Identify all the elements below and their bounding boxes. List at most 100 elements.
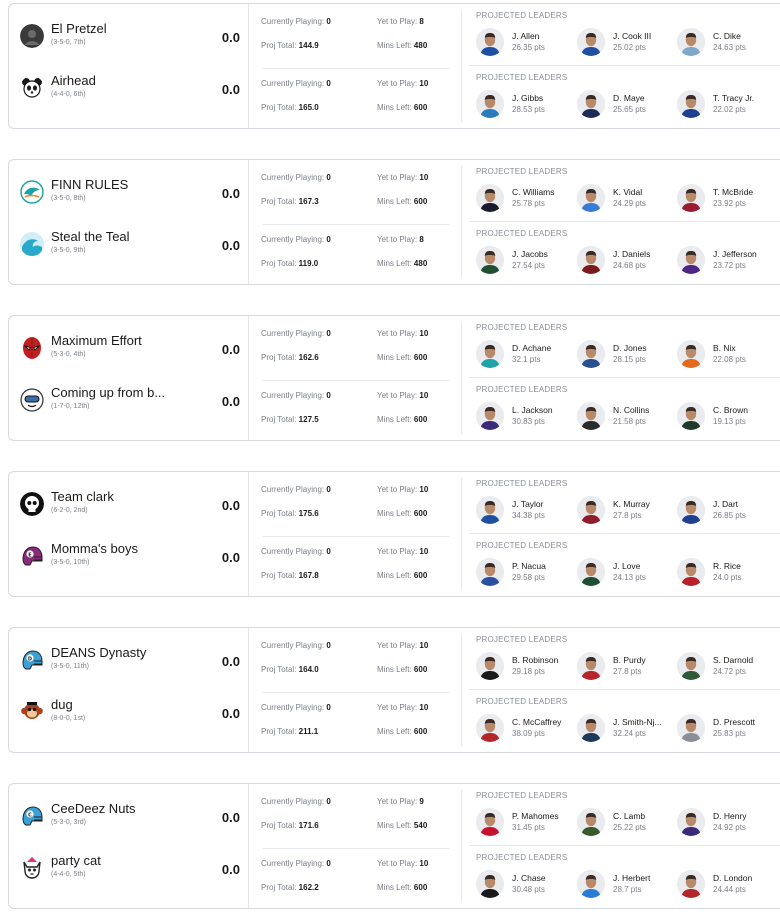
team-row[interactable]: E Momma's boys (3-5-0, 10th) 0.0 xyxy=(9,533,249,585)
player-leader[interactable]: B. Purdy 27.8 pts xyxy=(577,648,677,682)
player-name[interactable]: C. Dike xyxy=(713,31,775,41)
team-row[interactable]: D DEANS Dynasty (3-5-0, 11th) 0.0 xyxy=(9,637,249,689)
cat-avatar-icon[interactable] xyxy=(20,856,44,880)
player-name[interactable]: J. Cook III xyxy=(613,31,675,41)
matchup-card[interactable]: FINN RULES (3-5-0, 8th) 0.0 Steal the Te… xyxy=(8,159,780,285)
player-headshot-icon[interactable] xyxy=(577,870,605,898)
player-headshot-icon[interactable] xyxy=(577,340,605,368)
player-leader[interactable]: D. Achane 32.1 pts xyxy=(476,336,576,370)
player-name[interactable]: C. Williams xyxy=(512,187,574,197)
player-name[interactable]: J. Chase xyxy=(512,873,574,883)
d-helmet-avatar-icon[interactable]: D xyxy=(20,648,44,672)
team-name[interactable]: party cat xyxy=(51,853,181,868)
player-headshot-icon[interactable] xyxy=(476,28,504,56)
team-row[interactable]: El Pretzel (3-5-0, 7th) 0.0 xyxy=(9,13,249,65)
player-headshot-icon[interactable] xyxy=(476,714,504,742)
player-leader[interactable]: T. McBride 23.92 pts xyxy=(677,180,777,214)
player-name[interactable]: P. Nacua xyxy=(512,561,574,571)
team-name[interactable]: DEANS Dynasty xyxy=(51,645,181,660)
player-headshot-icon[interactable] xyxy=(677,496,705,524)
player-name[interactable]: D. Jones xyxy=(613,343,675,353)
matchup-card[interactable]: Team clark (6-2-0, 2nd) 0.0 E Momma's bo… xyxy=(8,471,780,597)
player-name[interactable]: D. Maye xyxy=(613,93,675,103)
player-name[interactable]: S. Darnold xyxy=(713,655,775,665)
panda-avatar-icon[interactable] xyxy=(20,76,44,100)
player-leader[interactable]: T. Tracy Jr. 22.02 pts xyxy=(677,86,777,120)
player-headshot-icon[interactable] xyxy=(677,714,705,742)
dolphin-avatar-icon[interactable] xyxy=(20,180,44,204)
matchup-card[interactable]: El Pretzel (3-5-0, 7th) 0.0 Airhead (4-4… xyxy=(8,3,780,129)
player-name[interactable]: J. Daniels xyxy=(613,249,675,259)
c-helmet-avatar-icon[interactable]: C xyxy=(20,804,44,828)
player-leader[interactable]: J. Herbert 28.7 pts xyxy=(577,866,677,900)
matchup-card[interactable]: C CeeDeez Nuts (5-3-0, 3rd) 0.0 party ca… xyxy=(8,783,780,909)
player-name[interactable]: J. Gibbs xyxy=(512,93,574,103)
player-leader[interactable]: J. Chase 30.48 pts xyxy=(476,866,576,900)
player-name[interactable]: D. Achane xyxy=(512,343,574,353)
player-leader[interactable]: P. Nacua 29.58 pts xyxy=(476,554,576,588)
player-name[interactable]: C. Brown xyxy=(713,405,775,415)
player-leader[interactable]: D. Henry 24.92 pts xyxy=(677,804,777,838)
player-headshot-icon[interactable] xyxy=(476,870,504,898)
player-name[interactable]: D. Henry xyxy=(713,811,775,821)
player-headshot-icon[interactable] xyxy=(577,246,605,274)
player-name[interactable]: J. Jefferson xyxy=(713,249,775,259)
player-name[interactable]: D. Prescott xyxy=(713,717,775,727)
player-leader[interactable]: L. Jackson 30.83 pts xyxy=(476,398,576,432)
player-leader[interactable]: D. Prescott 25.83 pts xyxy=(677,710,777,744)
player-leader[interactable]: J. Allen 26.35 pts xyxy=(476,24,576,58)
player-leader[interactable]: J. Jefferson 23.72 pts xyxy=(677,242,777,276)
team-row[interactable]: Maximum Effort (5-3-0, 4th) 0.0 xyxy=(9,325,249,377)
team-row[interactable]: C CeeDeez Nuts (5-3-0, 3rd) 0.0 xyxy=(9,793,249,845)
player-leader[interactable]: J. Cook III 25.02 pts xyxy=(577,24,677,58)
player-headshot-icon[interactable] xyxy=(476,90,504,118)
player-name[interactable]: J. Allen xyxy=(512,31,574,41)
monkey-avatar-icon[interactable] xyxy=(20,700,44,724)
player-name[interactable]: D. London xyxy=(713,873,775,883)
player-headshot-icon[interactable] xyxy=(476,340,504,368)
player-leader[interactable]: J. Gibbs 28.53 pts xyxy=(476,86,576,120)
player-headshot-icon[interactable] xyxy=(476,184,504,212)
matchup-card[interactable]: D DEANS Dynasty (3-5-0, 11th) 0.0 dug (8… xyxy=(8,627,780,753)
player-headshot-icon[interactable] xyxy=(677,808,705,836)
player-headshot-icon[interactable] xyxy=(577,28,605,56)
wave-avatar-icon[interactable] xyxy=(20,232,44,256)
masked-hero-avatar-icon[interactable] xyxy=(20,336,44,360)
team-name[interactable]: Coming up from b... xyxy=(51,385,181,400)
player-headshot-icon[interactable] xyxy=(476,496,504,524)
player-leader[interactable]: J. Love 24.13 pts xyxy=(577,554,677,588)
player-headshot-icon[interactable] xyxy=(476,558,504,586)
team-row[interactable]: Steal the Teal (3-5-0, 9th) 0.0 xyxy=(9,221,249,273)
player-name[interactable]: T. McBride xyxy=(713,187,775,197)
player-headshot-icon[interactable] xyxy=(677,870,705,898)
player-headshot-icon[interactable] xyxy=(577,90,605,118)
team-name[interactable]: Momma's boys xyxy=(51,541,181,556)
player-name[interactable]: P. Mahomes xyxy=(512,811,574,821)
player-leader[interactable]: C. Williams 25.78 pts xyxy=(476,180,576,214)
player-name[interactable]: J. Herbert xyxy=(613,873,675,883)
player-headshot-icon[interactable] xyxy=(476,246,504,274)
team-row[interactable]: party cat (4-4-0, 5th) 0.0 xyxy=(9,845,249,897)
player-name[interactable]: B. Robinson xyxy=(512,655,574,665)
player-headshot-icon[interactable] xyxy=(677,246,705,274)
player-leader[interactable]: J. Taylor 34.38 pts xyxy=(476,492,576,526)
player-headshot-icon[interactable] xyxy=(677,90,705,118)
team-name[interactable]: CeeDeez Nuts xyxy=(51,801,181,816)
player-headshot-icon[interactable] xyxy=(577,184,605,212)
diver-avatar-icon[interactable] xyxy=(20,388,44,412)
player-name[interactable]: J. Love xyxy=(613,561,675,571)
player-headshot-icon[interactable] xyxy=(577,714,605,742)
player-name[interactable]: B. Nix xyxy=(713,343,775,353)
player-headshot-icon[interactable] xyxy=(476,402,504,430)
player-name[interactable]: C. Lamb xyxy=(613,811,675,821)
player-name[interactable]: L. Jackson xyxy=(512,405,574,415)
player-headshot-icon[interactable] xyxy=(476,808,504,836)
player-headshot-icon[interactable] xyxy=(577,652,605,680)
player-name[interactable]: R. Rice xyxy=(713,561,775,571)
player-leader[interactable]: B. Robinson 29.18 pts xyxy=(476,648,576,682)
team-row[interactable]: Team clark (6-2-0, 2nd) 0.0 xyxy=(9,481,249,533)
player-leader[interactable]: J. Smith-Nj... 32.24 pts xyxy=(577,710,677,744)
team-row[interactable]: dug (8-0-0, 1st) 0.0 xyxy=(9,689,249,741)
matchup-card[interactable]: Maximum Effort (5-3-0, 4th) 0.0 Coming u… xyxy=(8,315,780,441)
player-headshot-icon[interactable] xyxy=(677,402,705,430)
